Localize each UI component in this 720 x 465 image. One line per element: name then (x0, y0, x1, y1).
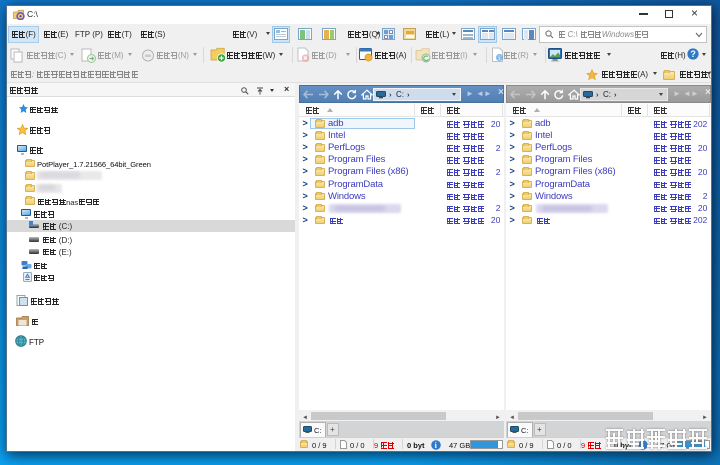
svg-text:?: ? (690, 49, 696, 59)
svg-text:i: i (498, 54, 500, 62)
